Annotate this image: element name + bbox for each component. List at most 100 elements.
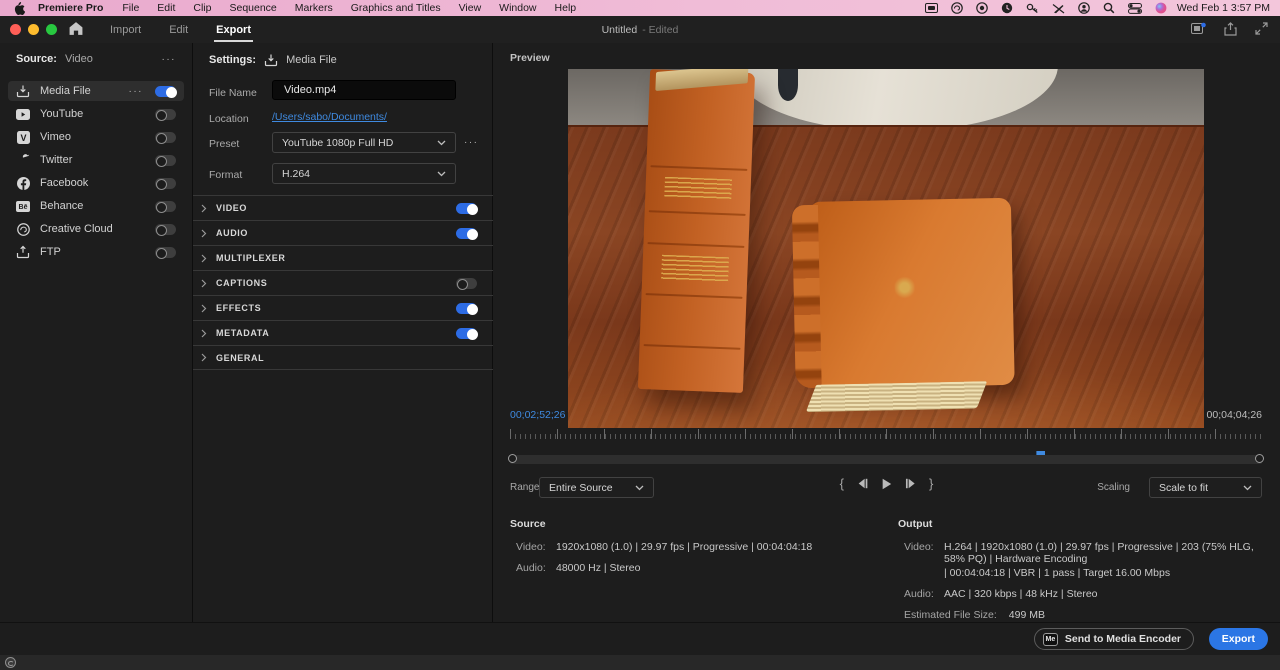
media-file-icon bbox=[264, 54, 278, 67]
range-value: Entire Source bbox=[549, 481, 613, 494]
vimeo-toggle[interactable] bbox=[155, 131, 176, 144]
creative-cloud-toggle[interactable] bbox=[155, 223, 176, 236]
behance-toggle[interactable] bbox=[155, 200, 176, 213]
source-video-label: Video: bbox=[516, 541, 546, 553]
menu-window[interactable]: Window bbox=[490, 2, 545, 14]
display-mirroring-icon[interactable] bbox=[924, 3, 938, 13]
home-icon[interactable] bbox=[68, 21, 86, 37]
tab-export[interactable]: Export bbox=[202, 16, 265, 43]
file-name-input[interactable] bbox=[272, 80, 456, 100]
preview-panel: Preview 00;02;52;26 00;04;04;26 Range En… bbox=[493, 43, 1280, 622]
menu-file[interactable]: File bbox=[113, 2, 148, 14]
section-video[interactable]: VIDEO bbox=[193, 195, 493, 220]
destination-behance[interactable]: Bē Behance bbox=[8, 196, 184, 216]
play-button[interactable] bbox=[881, 478, 892, 490]
section-label: EFFECTS bbox=[216, 303, 262, 313]
tab-edit[interactable]: Edit bbox=[155, 16, 202, 43]
range-track[interactable] bbox=[508, 454, 1264, 464]
minimize-window-button[interactable] bbox=[28, 24, 39, 35]
preset-more-icon[interactable]: ··· bbox=[464, 137, 479, 148]
youtube-icon bbox=[16, 107, 30, 121]
source-video-value: 1920x1080 (1.0) | 29.97 fps | Progressiv… bbox=[556, 541, 813, 553]
key-icon[interactable] bbox=[1026, 2, 1039, 14]
creative-cloud-icon bbox=[16, 222, 30, 236]
ftp-toggle[interactable] bbox=[155, 246, 176, 259]
destination-media-file[interactable]: Media File ··· bbox=[8, 81, 184, 101]
stylus-slash-icon[interactable] bbox=[1052, 3, 1065, 14]
range-dropdown[interactable]: Entire Source bbox=[539, 477, 654, 498]
effects-section-toggle[interactable] bbox=[456, 302, 478, 315]
account-icon[interactable] bbox=[1078, 2, 1090, 14]
twitter-toggle[interactable] bbox=[155, 154, 176, 167]
location-link[interactable]: /Users/sabo/Documents/ bbox=[272, 111, 387, 123]
share-icon[interactable] bbox=[1224, 22, 1237, 36]
menu-edit[interactable]: Edit bbox=[148, 2, 184, 14]
menu-sequence[interactable]: Sequence bbox=[220, 2, 285, 14]
section-effects[interactable]: EFFECTS bbox=[193, 295, 493, 320]
preset-dropdown[interactable]: YouTube 1080p Full HD bbox=[272, 132, 456, 153]
creative-cloud-tray-icon[interactable] bbox=[5, 657, 16, 668]
menu-help[interactable]: Help bbox=[546, 2, 586, 14]
destination-twitter[interactable]: Twitter bbox=[8, 150, 184, 170]
captions-section-toggle[interactable] bbox=[456, 277, 477, 290]
apple-menu-icon[interactable] bbox=[10, 1, 28, 15]
workspace-icon[interactable] bbox=[1191, 22, 1206, 35]
scaling-dropdown[interactable]: Scale to fit bbox=[1149, 477, 1262, 498]
camera-icon[interactable] bbox=[976, 2, 988, 14]
metadata-section-toggle[interactable] bbox=[456, 327, 478, 340]
menu-clip[interactable]: Clip bbox=[184, 2, 220, 14]
estimated-file-size-value: 499 MB bbox=[1008, 609, 1045, 621]
section-label: AUDIO bbox=[216, 228, 248, 238]
mark-out-button[interactable]: } bbox=[929, 476, 933, 491]
section-general[interactable]: GENERAL bbox=[193, 345, 493, 370]
chevron-right-icon bbox=[201, 279, 207, 287]
timeline-ruler[interactable] bbox=[510, 428, 1262, 441]
media-file-more-icon[interactable]: ··· bbox=[129, 86, 144, 97]
menu-app-name[interactable]: Premiere Pro bbox=[28, 2, 113, 14]
close-window-button[interactable] bbox=[10, 24, 21, 35]
menu-markers[interactable]: Markers bbox=[286, 2, 342, 14]
destination-youtube[interactable]: YouTube bbox=[8, 104, 184, 124]
youtube-toggle[interactable] bbox=[155, 108, 176, 121]
step-back-button[interactable] bbox=[857, 478, 868, 489]
format-dropdown[interactable]: H.264 bbox=[272, 163, 456, 184]
facebook-toggle[interactable] bbox=[155, 177, 176, 190]
video-section-toggle[interactable] bbox=[456, 202, 478, 215]
output-video-label: Video: bbox=[904, 541, 934, 553]
media-file-toggle[interactable] bbox=[155, 85, 177, 98]
destinations-sidebar: Source: Video ··· Media File ··· YouTube bbox=[0, 43, 193, 622]
section-label: CAPTIONS bbox=[216, 278, 268, 288]
export-button[interactable]: Export bbox=[1208, 628, 1268, 650]
section-multiplexer[interactable]: MULTIPLEXER bbox=[193, 245, 493, 270]
range-in-handle[interactable] bbox=[508, 454, 517, 463]
destination-label: FTP bbox=[40, 246, 61, 258]
send-to-media-encoder-button[interactable]: Me Send to Media Encoder bbox=[1033, 628, 1194, 650]
menu-view[interactable]: View bbox=[450, 2, 491, 14]
spotlight-icon[interactable] bbox=[1103, 2, 1115, 14]
tab-import[interactable]: Import bbox=[96, 16, 155, 43]
siri-icon[interactable] bbox=[1155, 2, 1167, 14]
facebook-icon bbox=[16, 176, 30, 190]
creative-cloud-icon[interactable] bbox=[951, 2, 963, 14]
chevron-down-icon bbox=[635, 485, 644, 490]
fullscreen-icon[interactable] bbox=[1255, 22, 1268, 35]
control-center-icon[interactable] bbox=[1127, 2, 1142, 14]
menu-clock[interactable]: Wed Feb 1 3:57 PM bbox=[1177, 2, 1270, 14]
destination-ftp[interactable]: FTP bbox=[8, 242, 184, 262]
clock-app-icon[interactable] bbox=[1001, 2, 1013, 14]
step-forward-button[interactable] bbox=[905, 478, 916, 489]
chevron-right-icon bbox=[201, 304, 207, 312]
section-captions[interactable]: CAPTIONS bbox=[193, 270, 493, 295]
range-out-handle[interactable] bbox=[1255, 454, 1264, 463]
section-audio[interactable]: AUDIO bbox=[193, 220, 493, 245]
source-more-icon[interactable]: ··· bbox=[162, 54, 177, 65]
menu-graphics-and-titles[interactable]: Graphics and Titles bbox=[342, 2, 450, 14]
destination-facebook[interactable]: Facebook bbox=[8, 173, 184, 193]
zoom-window-button[interactable] bbox=[46, 24, 57, 35]
destination-creative-cloud[interactable]: Creative Cloud bbox=[8, 219, 184, 239]
destination-vimeo[interactable]: V Vimeo bbox=[8, 127, 184, 147]
settings-sections: VIDEO AUDIO MULTIPLEXER CAPTIONS EFFECTS… bbox=[193, 195, 493, 370]
mark-in-button[interactable]: { bbox=[840, 476, 844, 491]
audio-section-toggle[interactable] bbox=[456, 227, 478, 240]
section-metadata[interactable]: METADATA bbox=[193, 320, 493, 345]
